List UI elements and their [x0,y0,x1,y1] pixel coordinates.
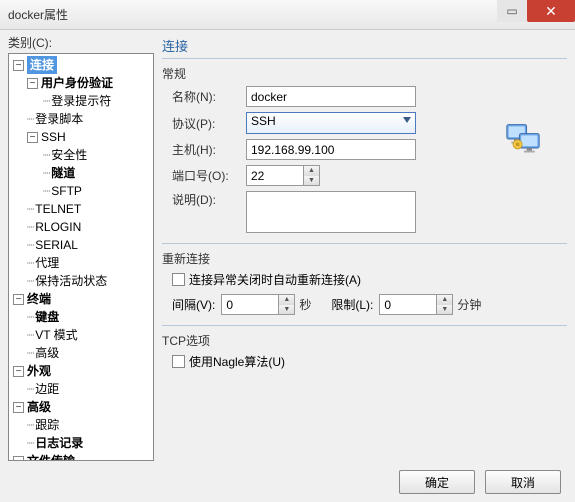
close-button[interactable]: ✕ [527,0,575,22]
port-input[interactable] [246,165,304,186]
minutes-label: 分钟 [457,296,481,313]
tree-rlogin[interactable]: ┈RLOGIN [9,218,153,236]
protocol-select[interactable]: SSH [246,112,416,134]
reconnect-title: 重新连接 [162,250,567,267]
spin-down-icon[interactable]: ▼ [304,176,319,186]
tree-serial[interactable]: ┈SERIAL [9,236,153,254]
name-label: 名称(N): [162,88,246,105]
tree-keepalive[interactable]: ┈保持活动状态 [9,272,153,290]
desc-label: 说明(D): [162,191,246,208]
tree-proxy[interactable]: ┈代理 [9,254,153,272]
nagle-checkbox[interactable] [172,355,185,368]
tree-tunnel[interactable]: ┈隧道 [9,164,153,182]
limit-label: 限制(L): [331,296,373,313]
collapse-icon[interactable]: − [27,78,38,89]
collapse-icon[interactable]: − [13,294,24,305]
tree-margin[interactable]: ┈边距 [9,380,153,398]
tree-logging[interactable]: ┈日志记录 [9,434,153,452]
interval-label: 间隔(V): [172,296,215,313]
window-title: docker属性 [8,6,68,23]
titlebar: docker属性 ▭ ✕ [0,0,575,30]
name-input[interactable] [246,86,416,107]
tree-advanced[interactable]: −高级 [9,398,153,416]
ok-button[interactable]: 确定 [399,470,475,494]
spin-down-icon[interactable]: ▼ [279,305,294,315]
collapse-icon[interactable]: − [27,132,38,143]
protocol-label: 协议(P): [162,115,246,132]
panel-title: 连接 [162,36,567,59]
tree-telnet[interactable]: ┈TELNET [9,200,153,218]
description-textarea[interactable] [246,191,416,233]
seconds-label: 秒 [299,296,311,313]
tree-file-transfer[interactable]: −文件传输 [9,452,153,461]
cancel-button[interactable]: 取消 [485,470,561,494]
spin-up-icon[interactable]: ▲ [437,295,452,305]
limit-spinner[interactable]: ▲▼ [379,294,453,315]
interval-spinner[interactable]: ▲▼ [221,294,295,315]
category-label: 类别(C): [8,34,154,51]
collapse-icon[interactable]: − [13,456,24,462]
tree-keyboard[interactable]: ┈键盘 [9,308,153,326]
category-tree[interactable]: −连接 −用户身份验证 ┈登录提示符 ┈登录脚本 −SSH ┈安全性 ┈隧道 ┈… [8,53,154,461]
tree-ssh[interactable]: −SSH [9,128,153,146]
host-label: 主机(H): [162,141,246,158]
maximize-button[interactable]: ▭ [497,0,527,22]
interval-input[interactable] [221,294,279,315]
tree-advanced-terminal[interactable]: ┈高级 [9,344,153,362]
spin-up-icon[interactable]: ▲ [279,295,294,305]
collapse-icon[interactable]: − [13,60,24,71]
tree-vt-mode[interactable]: ┈VT 模式 [9,326,153,344]
port-spinner[interactable]: ▲▼ [246,165,320,186]
general-label: 常规 [162,65,567,82]
tree-terminal[interactable]: −终端 [9,290,153,308]
auto-reconnect-checkbox[interactable] [172,273,185,286]
spin-down-icon[interactable]: ▼ [437,305,452,315]
tree-login-script[interactable]: ┈登录脚本 [9,110,153,128]
tree-connection[interactable]: −连接 [9,56,153,74]
tree-appearance[interactable]: −外观 [9,362,153,380]
auto-reconnect-label: 连接异常关闭时自动重新连接(A) [189,271,361,288]
tree-trace[interactable]: ┈跟踪 [9,416,153,434]
tree-security[interactable]: ┈安全性 [9,146,153,164]
collapse-icon[interactable]: − [13,366,24,377]
spin-up-icon[interactable]: ▲ [304,166,319,176]
collapse-icon[interactable]: − [13,402,24,413]
tree-sftp[interactable]: ┈SFTP [9,182,153,200]
port-label: 端口号(O): [162,167,246,184]
host-input[interactable] [246,139,416,160]
nagle-label: 使用Nagle算法(U) [189,353,285,370]
monitors-icon [505,122,541,159]
chevron-down-icon [403,117,411,123]
tree-login-prompt[interactable]: ┈登录提示符 [9,92,153,110]
limit-input[interactable] [379,294,437,315]
tcp-title: TCP选项 [162,332,567,349]
tree-user-auth[interactable]: −用户身份验证 [9,74,153,92]
window-buttons: ▭ ✕ [497,0,575,22]
